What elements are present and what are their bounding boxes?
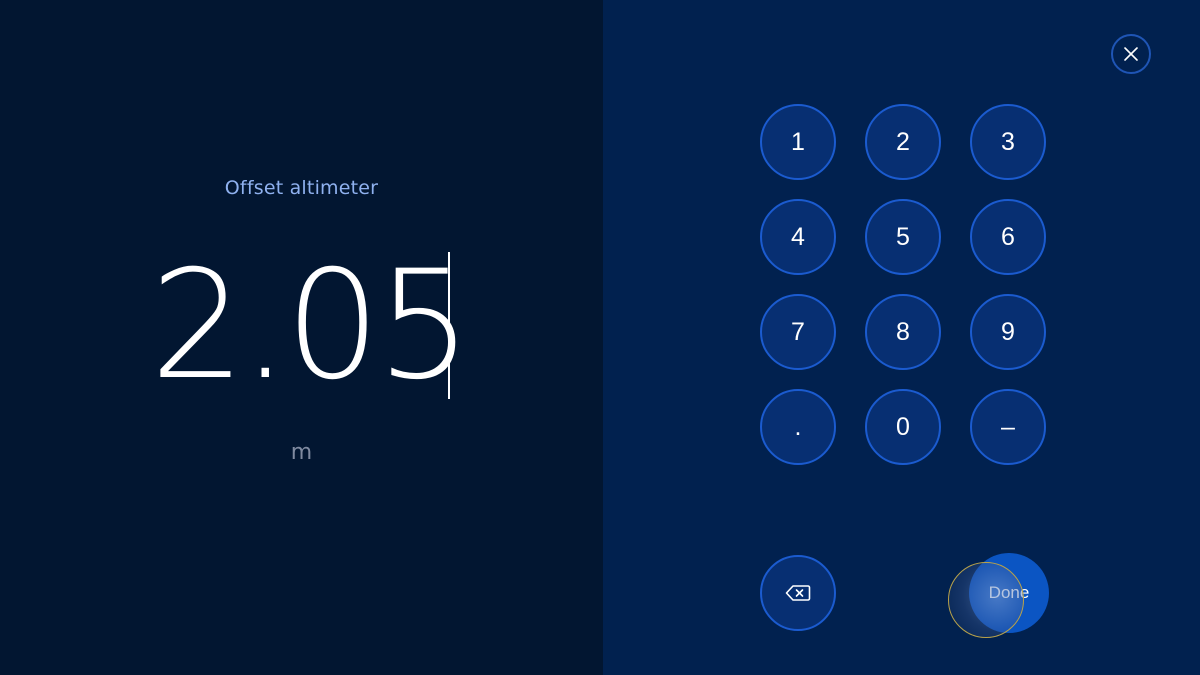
key-label: 7 [791,317,805,346]
key-6[interactable]: 6 [970,199,1046,275]
key-label: . [794,412,802,441]
key-label: 1 [791,127,805,156]
key-label: – [1001,412,1015,441]
close-button[interactable] [1111,34,1151,74]
backspace-button[interactable] [760,555,836,631]
key-label: 0 [896,412,910,441]
key-8[interactable]: 8 [865,294,941,370]
key-decimal[interactable]: . [760,389,836,465]
key-label: 3 [1001,127,1015,156]
key-2[interactable]: 2 [865,104,941,180]
close-icon [1124,47,1138,61]
key-label: 5 [896,222,910,251]
key-5[interactable]: 5 [865,199,941,275]
key-0[interactable]: 0 [865,389,941,465]
key-label: 8 [896,317,910,346]
done-button[interactable]: Done [969,553,1049,633]
key-label: 9 [1001,317,1015,346]
key-9[interactable]: 9 [970,294,1046,370]
key-7[interactable]: 7 [760,294,836,370]
value-entry-panel: Offset altimeter 2.05 m [0,0,603,675]
key-4[interactable]: 4 [760,199,836,275]
key-minus[interactable]: – [970,389,1046,465]
value-text: 2.05 [150,239,472,413]
key-1[interactable]: 1 [760,104,836,180]
unit-label: m [290,440,313,465]
backspace-icon [785,585,811,601]
field-label: Offset altimeter [224,177,379,199]
key-label: 2 [896,127,910,156]
text-caret [448,252,450,399]
key-label: 6 [1001,222,1015,251]
value-display[interactable]: 2.05 [150,239,472,413]
key-3[interactable]: 3 [970,104,1046,180]
done-label: Done [988,583,1030,602]
key-label: 4 [791,222,805,251]
